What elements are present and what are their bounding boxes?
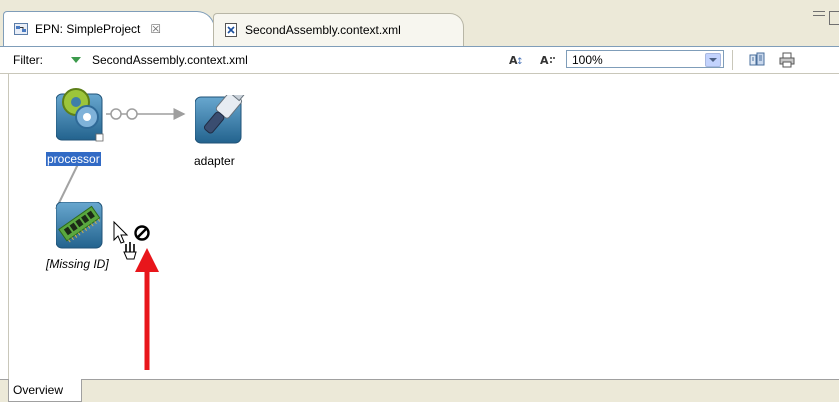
processor-label[interactable]: processor [46, 152, 101, 166]
layout-icon[interactable]: A ↕ [509, 52, 525, 68]
memory-chip-icon [55, 201, 103, 249]
zoom-value: 100% [572, 53, 603, 67]
chevron-down-icon[interactable] [705, 53, 721, 67]
filter-label: Filter: [13, 53, 43, 67]
connector-port [110, 108, 122, 120]
xml-file-icon [225, 23, 237, 37]
filter-dropdown-arrow-icon[interactable] [71, 57, 81, 63]
grid-layout-icon[interactable]: A [540, 52, 556, 68]
filter-value[interactable]: SecondAssembly.context.xml [92, 53, 248, 67]
no-drop-icon [134, 225, 150, 241]
tab-label: EPN: SimpleProject [35, 22, 141, 36]
svg-text:A: A [540, 54, 549, 67]
tab-epn-simpleproject[interactable]: EPN: SimpleProject ☒ [3, 11, 215, 46]
tab-label: SecondAssembly.context.xml [245, 23, 401, 37]
toolbar-separator [732, 50, 733, 70]
processor-node[interactable] [55, 88, 104, 142]
tab-secondassembly-context[interactable]: SecondAssembly.context.xml [213, 13, 464, 46]
editor-tab-bar: EPN: SimpleProject ☒ SecondAssembly.cont… [0, 0, 839, 46]
zoom-select[interactable]: 100% [566, 50, 724, 68]
adapter-plug-icon [194, 88, 245, 144]
close-tab-icon[interactable]: ☒ [150, 22, 161, 36]
canvas-left-border [8, 74, 9, 379]
missing-id-label[interactable]: [Missing ID] [46, 257, 109, 271]
processor-gear-icon [55, 88, 104, 142]
filter-toolbar: Filter: SecondAssembly.context.xml A ↕ A… [0, 47, 839, 74]
adapter-label[interactable]: adapter [194, 154, 235, 168]
export-icon[interactable] [749, 52, 765, 68]
missing-id-node[interactable] [55, 201, 103, 249]
bottom-tab-bar: Overview [0, 379, 839, 402]
tab-overview[interactable]: Overview [8, 379, 82, 402]
print-icon[interactable] [779, 52, 795, 68]
maximize-icon[interactable] [829, 11, 839, 25]
connector-port [126, 108, 138, 120]
epn-diagram-canvas[interactable]: processor adapter [Missing ID] [0, 74, 839, 379]
adapter-node[interactable] [194, 88, 245, 144]
epn-diagram-icon [14, 23, 28, 35]
annotation-arrow-icon [135, 248, 159, 370]
svg-text:↕: ↕ [516, 57, 524, 67]
minimize-icon[interactable] [813, 11, 825, 16]
